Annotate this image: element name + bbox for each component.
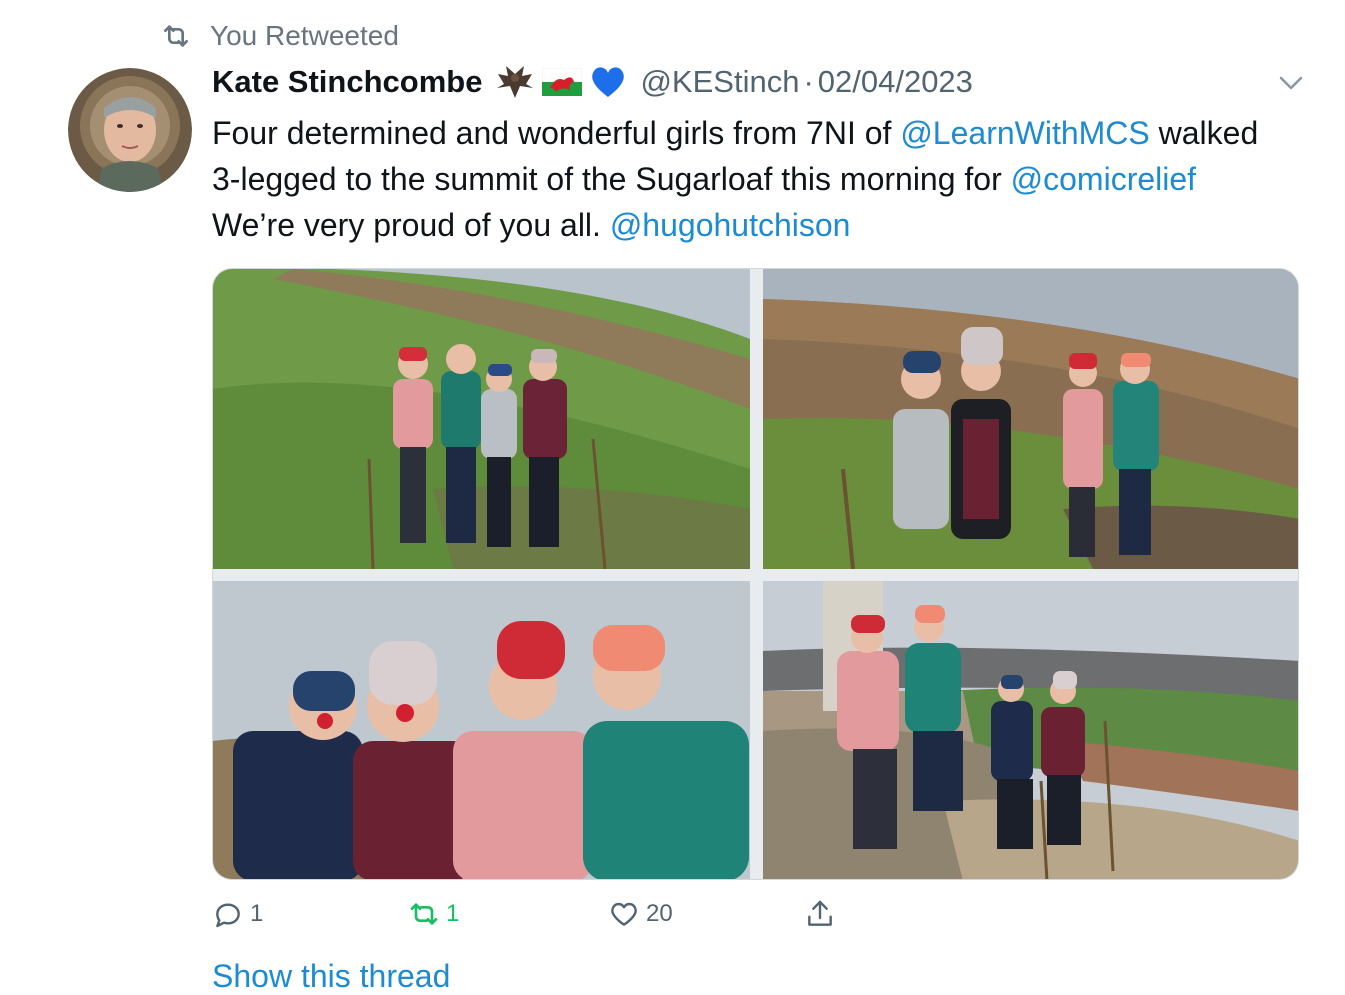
wales-flag-emoji <box>542 68 583 96</box>
author-emojis <box>496 64 626 100</box>
photo-4[interactable] <box>763 581 1298 879</box>
author-display-name[interactable]: Kate Stinchcombe <box>212 64 482 100</box>
reply-icon <box>216 903 240 928</box>
mention-comicrelief[interactable]: @comicrelief <box>1011 161 1196 197</box>
chevron-down-icon[interactable] <box>1276 70 1306 96</box>
heart-icon <box>611 902 637 926</box>
tweet-text-segment: We’re very proud of you all. <box>212 207 610 243</box>
tweet-text-segment: Four determined and wonderful girls from… <box>212 115 901 151</box>
bat-emoji <box>497 66 534 98</box>
tweet-text: Four determined and wonderful girls from… <box>212 110 1262 248</box>
mention-learnwithmcs[interactable]: @LearnWithMCS <box>900 115 1149 151</box>
blue-heart-emoji <box>592 67 625 97</box>
retweet-count: 1 <box>446 900 460 927</box>
photo-2[interactable] <box>763 269 1298 569</box>
avatar[interactable] <box>68 68 192 192</box>
header-separator: · <box>803 64 814 99</box>
like-count: 20 <box>646 900 673 927</box>
mention-hugohutchison[interactable]: @hugohutchison <box>610 207 851 243</box>
reply-count: 1 <box>250 900 264 927</box>
retweet-icon <box>410 903 438 925</box>
media-grid <box>212 268 1299 880</box>
share-button[interactable] <box>804 898 836 930</box>
retweet-context: You Retweeted <box>160 20 399 52</box>
share-icon <box>808 900 832 926</box>
photo-1[interactable] <box>213 269 750 569</box>
retweet-context-label: You Retweeted <box>210 20 399 51</box>
author-handle[interactable]: @KEStinch <box>640 64 799 100</box>
retweet-icon <box>164 25 188 47</box>
photo-3[interactable] <box>213 581 750 879</box>
retweet-button[interactable]: 1 <box>408 898 459 930</box>
show-thread-link[interactable]: Show this thread <box>212 958 450 995</box>
reply-button[interactable]: 1 <box>212 898 263 930</box>
tweet-header: Kate Stinchcombe @KEStinch · 02/04/2023 <box>212 60 973 104</box>
like-button[interactable]: 20 <box>608 898 673 930</box>
tweet-date[interactable]: 02/04/2023 <box>818 64 973 100</box>
